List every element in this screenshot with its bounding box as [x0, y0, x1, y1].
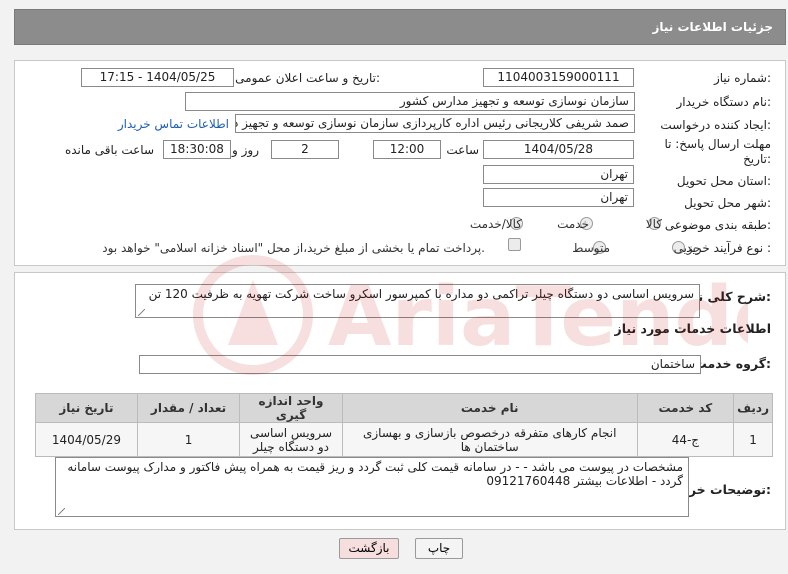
table-row: 1 ج-44 انجام کارهای متفرقه درخصوص بازساز…	[35, 422, 773, 457]
cell-row: 1	[733, 422, 773, 457]
cell-unit: سرویس اساسی دو دستگاه چیلر	[239, 422, 343, 457]
province-field[interactable]: تهران	[483, 165, 634, 184]
print-button[interactable]: چاپ	[415, 538, 463, 559]
deadline-date-label: تاریخ:	[743, 152, 771, 166]
cell-date: 1404/05/29	[35, 422, 138, 457]
buyer-org-field[interactable]: سازمان نوسازی توسعه و تجهیز مدارس کشور	[185, 92, 635, 111]
resize-handle-icon[interactable]	[58, 508, 65, 515]
buyer-org-label: نام دستگاه خریدار:	[676, 95, 772, 109]
description-textarea[interactable]: سرویس اساسی دو دستگاه چیلر تراکمی دو مدا…	[135, 284, 700, 318]
service-group-label: گروه خدمت:	[694, 356, 771, 371]
category-option-goods: کالا	[645, 217, 662, 231]
creator-field[interactable]: صمد شریفی کلاریجانی رئیس اداره کارپردازی…	[235, 114, 635, 133]
col-date: تاریخ نیاز	[35, 393, 138, 423]
remaining-time-label: ساعت باقی مانده	[64, 143, 154, 157]
services-table-header: ردیف کد خدمت نام خدمت واحد اندازه گیری ت…	[35, 393, 773, 423]
city-field[interactable]: تهران	[483, 188, 634, 207]
category-label: طبقه بندی موضوعی:	[664, 218, 771, 232]
deadline-time-field[interactable]: 12:00	[373, 140, 441, 159]
service-group-field[interactable]: ساختمان	[139, 355, 701, 374]
cell-qty: 1	[136, 422, 241, 457]
announce-datetime-field[interactable]: 1404/05/25 - 17:15	[81, 68, 234, 87]
need-number-label: شماره نیاز:	[713, 71, 771, 85]
cell-code: ج-44	[636, 422, 735, 457]
col-code: کد خدمت	[636, 393, 735, 423]
days-field[interactable]: 2	[271, 140, 339, 159]
services-table: ردیف کد خدمت نام خدمت واحد اندازه گیری ت…	[35, 393, 773, 457]
buyer-notes-text: مشخصات در پیوست می باشد - - در سامانه قی…	[67, 460, 683, 488]
days-label: روز و	[232, 143, 259, 157]
treasury-payment-note: پرداخت تمام یا بخشی از مبلغ خرید،از محل …	[102, 241, 485, 255]
creator-label: ایجاد کننده درخواست:	[660, 118, 771, 132]
announce-datetime-label: تاریخ و ساعت اعلان عمومی:	[235, 71, 380, 85]
services-panel: شرح کلی نیاز: سرویس اساسی دو دستگاه چیلر…	[14, 272, 786, 530]
col-name: نام خدمت	[341, 393, 638, 423]
process-option-minor: جزیی	[673, 241, 701, 255]
description-text: سرویس اساسی دو دستگاه چیلر تراکمی دو مدا…	[148, 287, 694, 301]
services-section-title: اطلاعات خدمات مورد نیاز	[614, 321, 772, 336]
col-row: ردیف	[733, 393, 773, 423]
treasury-payment-checkbox[interactable]	[508, 238, 521, 251]
buyer-contact-link[interactable]: اطلاعات تماس خریدار	[118, 117, 229, 131]
buyer-notes-textarea[interactable]: مشخصات در پیوست می باشد - - در سامانه قی…	[55, 457, 689, 517]
resize-handle-icon[interactable]	[138, 309, 145, 316]
cell-name: انجام کارهای متفرقه درخصوص بازسازی و بهس…	[341, 422, 638, 457]
province-label: استان محل تحویل:	[676, 174, 771, 188]
process-option-medium: متوسط	[572, 241, 610, 255]
back-button[interactable]: بازگشت	[339, 538, 399, 559]
remaining-time-field[interactable]: 18:30:08	[163, 140, 231, 159]
page-header: جزئیات اطلاعات نیاز	[14, 9, 786, 45]
category-option-goods-service: کالا/خدمت	[469, 217, 522, 231]
city-label: شهر محل تحویل:	[684, 196, 771, 210]
deadline-time-label: ساعت	[446, 143, 479, 157]
need-number-field[interactable]: 1104003159000111	[483, 68, 634, 87]
col-qty: تعداد / مقدار	[136, 393, 241, 423]
page-title: جزئیات اطلاعات نیاز	[652, 20, 773, 34]
category-option-service: خدمت	[557, 217, 589, 231]
deadline-date-field[interactable]: 1404/05/28	[483, 140, 634, 159]
deadline-label: مهلت ارسال پاسخ: تا	[664, 137, 771, 151]
need-info-panel: شماره نیاز: 1104003159000111 تاریخ و ساع…	[14, 60, 786, 266]
col-unit: واحد اندازه گیری	[239, 393, 343, 423]
